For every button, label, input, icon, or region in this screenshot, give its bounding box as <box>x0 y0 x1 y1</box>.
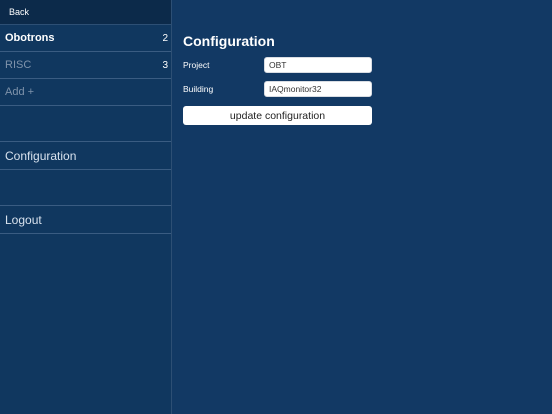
sidebar-item-logout[interactable]: Logout <box>0 206 171 234</box>
sidebar-item-configuration[interactable]: Configuration <box>0 142 171 170</box>
sidebar-item-count: 2 <box>162 32 168 44</box>
sidebar-item-count: 3 <box>162 59 168 71</box>
sidebar-item-label: RISC <box>5 59 32 71</box>
add-project-label: Add + <box>5 86 35 98</box>
building-input[interactable] <box>264 81 372 97</box>
update-configuration-button[interactable]: update configuration <box>183 106 372 125</box>
logout-label: Logout <box>5 212 42 227</box>
sidebar: Back Obotrons 2 RISC 3 Add + Configurati… <box>0 0 172 414</box>
back-button[interactable]: Back <box>0 0 171 25</box>
sidebar-item-label: Obotrons <box>5 32 55 44</box>
project-input[interactable] <box>264 57 372 73</box>
sidebar-spacer <box>0 170 171 206</box>
project-label: Project <box>183 60 210 70</box>
page-title: Configuration <box>183 33 275 49</box>
app-window: Back Obotrons 2 RISC 3 Add + Configurati… <box>0 0 552 414</box>
main-panel: Configuration Project Building update co… <box>172 0 552 414</box>
add-project-button[interactable]: Add + <box>0 79 171 106</box>
configuration-label: Configuration <box>5 148 77 163</box>
sidebar-item-risc[interactable]: RISC 3 <box>0 52 171 79</box>
back-label: Back <box>9 7 30 17</box>
sidebar-spacer <box>0 106 171 142</box>
building-label: Building <box>183 84 214 94</box>
sidebar-item-obotrons[interactable]: Obotrons 2 <box>0 25 171 52</box>
